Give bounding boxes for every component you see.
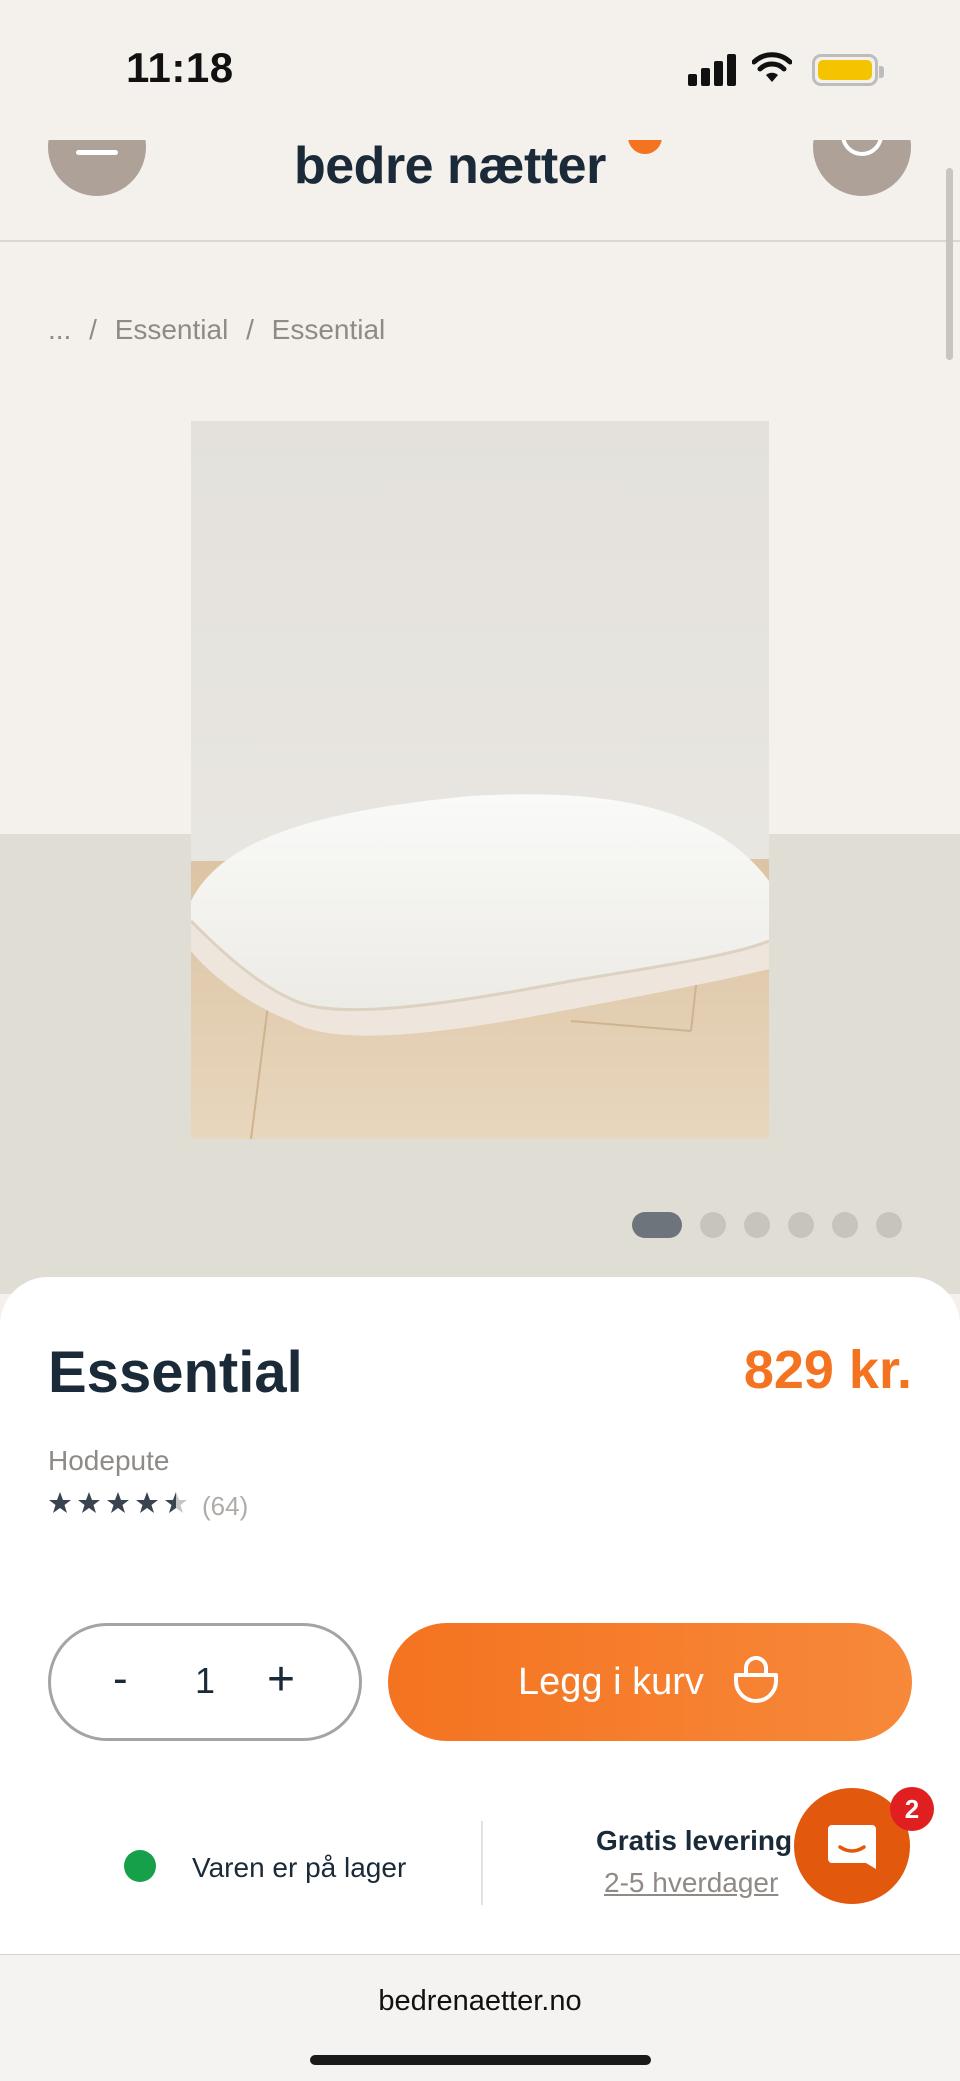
home-indicator[interactable] bbox=[310, 2055, 651, 2065]
pillow-illustration bbox=[191, 421, 769, 1139]
decrease-quantity-button[interactable]: - bbox=[113, 1654, 128, 1704]
star-icon bbox=[107, 1492, 129, 1513]
product-image[interactable] bbox=[191, 421, 769, 1139]
chat-icon bbox=[828, 1825, 876, 1869]
add-to-cart-label: Legg i kurv bbox=[518, 1661, 704, 1703]
status-time: 11:18 bbox=[126, 44, 234, 91]
battery-icon bbox=[812, 54, 884, 86]
url-text[interactable]: bedrenaetter.no bbox=[0, 1985, 960, 2018]
user-icon bbox=[841, 140, 883, 156]
status-bar: 11:18 bbox=[0, 0, 960, 140]
logo-dot bbox=[628, 140, 662, 154]
breadcrumb: ... / Essential / Essential bbox=[48, 314, 395, 346]
quantity-stepper: - 1 + bbox=[48, 1623, 362, 1741]
product-category: Hodepute bbox=[48, 1445, 170, 1476]
site-header: bedre nætter bbox=[0, 140, 960, 242]
increase-quantity-button[interactable]: + bbox=[267, 1652, 295, 1707]
gallery-dot-active[interactable] bbox=[632, 1212, 682, 1238]
star-icon bbox=[136, 1492, 158, 1513]
info-divider bbox=[481, 1821, 483, 1905]
gallery-dot[interactable] bbox=[744, 1212, 770, 1238]
star-icon bbox=[49, 1492, 71, 1513]
in-stock-indicator bbox=[124, 1850, 156, 1882]
gallery-dot[interactable] bbox=[788, 1212, 814, 1238]
review-count[interactable]: (64) bbox=[202, 1491, 248, 1522]
stock-text: Varen er på lager bbox=[192, 1852, 407, 1883]
quantity-value[interactable]: 1 bbox=[195, 1660, 215, 1702]
delivery-time-link[interactable]: 2-5 hverdager bbox=[604, 1867, 778, 1899]
signal-icon bbox=[688, 54, 736, 86]
breadcrumb-item-category[interactable]: Essential bbox=[115, 314, 229, 345]
menu-button[interactable] bbox=[48, 140, 146, 196]
page-scrollbar[interactable] bbox=[946, 168, 953, 360]
menu-icon bbox=[76, 150, 118, 155]
browser-address-bar: bedrenaetter.no bbox=[0, 1954, 960, 2081]
gallery-dot[interactable] bbox=[876, 1212, 902, 1238]
star-half-icon bbox=[165, 1492, 187, 1513]
chat-notification-badge: 2 bbox=[890, 1787, 934, 1831]
account-button[interactable] bbox=[813, 140, 911, 196]
product-price: 829 kr. bbox=[743, 1340, 912, 1400]
add-to-cart-button[interactable]: Legg i kurv bbox=[388, 1623, 912, 1741]
delivery-title: Gratis levering bbox=[596, 1825, 793, 1856]
breadcrumb-item-current: Essential bbox=[271, 314, 386, 345]
gallery-dot[interactable] bbox=[832, 1212, 858, 1238]
breadcrumb-ellipsis[interactable]: ... bbox=[48, 314, 71, 345]
product-title: Essential bbox=[48, 1340, 303, 1405]
site-logo[interactable]: bedre nætter bbox=[294, 140, 606, 192]
shopping-bag-icon bbox=[734, 1656, 778, 1703]
star-icon bbox=[78, 1492, 100, 1513]
breadcrumb-separator: / bbox=[246, 314, 254, 345]
wifi-icon bbox=[752, 52, 792, 82]
gallery-dot[interactable] bbox=[700, 1212, 726, 1238]
breadcrumb-separator: / bbox=[89, 314, 97, 345]
